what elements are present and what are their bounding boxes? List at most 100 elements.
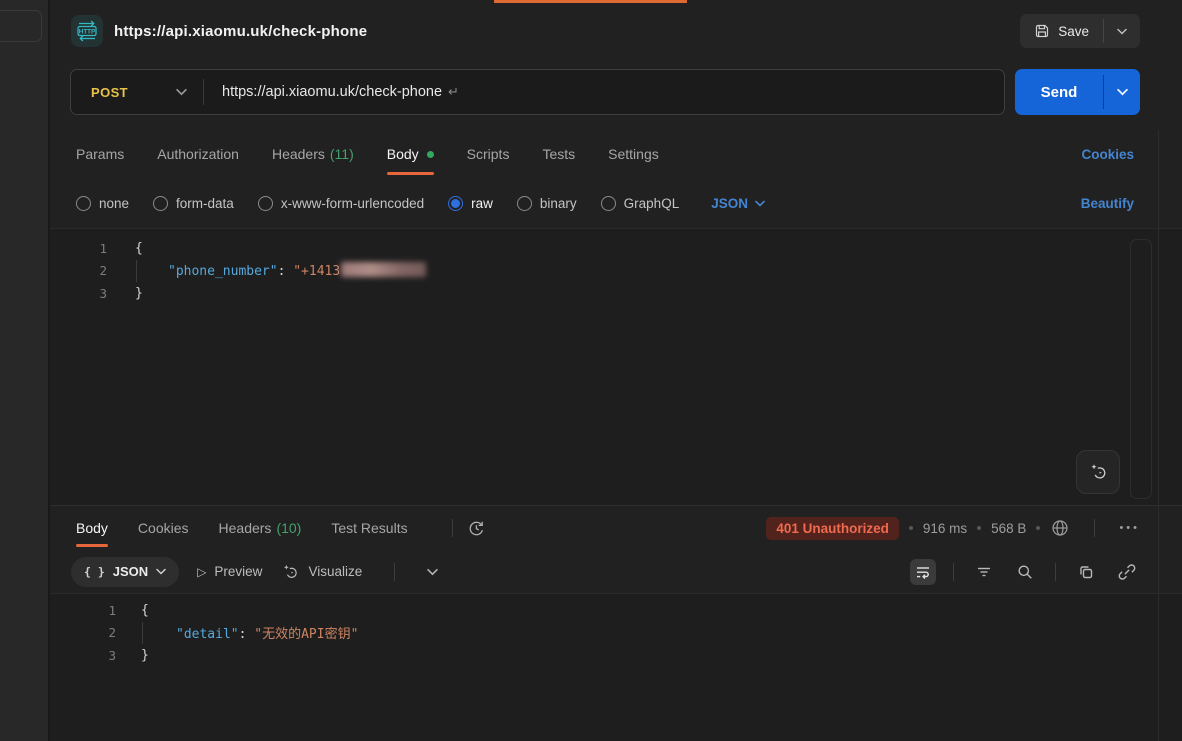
response-tab-headers[interactable]: Headers (10)	[219, 506, 302, 550]
response-history-button[interactable]	[467, 519, 486, 538]
divider	[452, 519, 453, 537]
method-select[interactable]: POST	[71, 85, 128, 100]
mode-binary-radio[interactable]: binary	[517, 196, 577, 211]
headers-count-badge: (11)	[330, 146, 354, 162]
radio-selected-icon	[448, 196, 463, 211]
search-icon	[1016, 563, 1034, 581]
radio-icon	[258, 196, 273, 211]
url-input[interactable]: https://api.xiaomu.uk/check-phone	[204, 84, 442, 100]
mode-urlencoded-radio[interactable]: x-www-form-urlencoded	[258, 196, 424, 211]
mode-none-radio[interactable]: none	[76, 196, 129, 211]
code-line: 2 "phone_number": "+1413	[50, 260, 1182, 283]
mode-graphql-radio[interactable]: GraphQL	[601, 196, 680, 211]
request-title: https://api.xiaomu.uk/check-phone	[114, 23, 367, 40]
view-options-chevron[interactable]	[427, 568, 438, 576]
beautify-link[interactable]: Beautify	[1081, 196, 1134, 211]
tab-tests[interactable]: Tests	[542, 130, 575, 178]
response-view-icons	[910, 559, 1140, 585]
send-options-button[interactable]	[1104, 69, 1140, 115]
separator-dot	[1036, 526, 1040, 530]
indent-guide	[136, 260, 137, 282]
separator-dot	[909, 526, 913, 530]
active-tab-accent-bar	[494, 0, 687, 3]
active-tab-underline	[387, 172, 434, 175]
save-button[interactable]: Save	[1020, 14, 1103, 48]
response-size[interactable]: 568 B	[991, 521, 1026, 536]
mode-form-data-radio[interactable]: form-data	[153, 196, 234, 211]
json-key: "phone_number"	[168, 264, 278, 279]
mode-raw-radio[interactable]: raw	[448, 196, 493, 211]
chevron-down-icon	[1117, 88, 1128, 96]
json-string-value: "+1413	[293, 264, 340, 279]
tab-settings[interactable]: Settings	[608, 130, 659, 178]
radio-icon	[153, 196, 168, 211]
main-panel: HTTP https://api.xiaomu.uk/check-phone	[50, 0, 1182, 741]
divider	[394, 563, 395, 581]
filter-button[interactable]	[971, 559, 997, 585]
svg-text:HTTP: HTTP	[79, 29, 95, 36]
postbot-sparkle-icon	[1087, 461, 1109, 483]
tab-params[interactable]: Params	[76, 130, 124, 178]
code-line: 3 }	[50, 644, 1182, 667]
language-select[interactable]: JSON	[711, 196, 765, 211]
cookies-link[interactable]: Cookies	[1081, 147, 1134, 162]
line-number: 3	[50, 648, 116, 663]
line-number: 2	[50, 263, 107, 278]
code-line: 1 {	[50, 237, 1182, 260]
link-button[interactable]	[1114, 559, 1140, 585]
search-button[interactable]	[1012, 559, 1038, 585]
separator-dot	[977, 526, 981, 530]
request-header: HTTP https://api.xiaomu.uk/check-phone	[50, 0, 1182, 62]
url-input-container: POST https://api.xiaomu.uk/check-phone ↵	[70, 69, 1005, 115]
status-badge[interactable]: 401 Unauthorized	[766, 517, 899, 540]
response-tab-cookies[interactable]: Cookies	[138, 506, 189, 550]
code-line: 1 {	[50, 599, 1182, 622]
editor-scrollbar-track[interactable]	[1130, 239, 1152, 499]
tab-authorization[interactable]: Authorization	[157, 130, 239, 178]
request-tabs: Params Authorization Headers (11) Body S…	[50, 130, 1182, 178]
wrap-text-button[interactable]	[910, 559, 936, 585]
chevron-down-icon	[156, 568, 166, 575]
method-chevron-down-icon[interactable]	[176, 88, 187, 96]
history-clock-icon	[467, 519, 486, 538]
chevron-down-icon	[755, 200, 765, 207]
response-body-editor[interactable]: 1 { 2 "detail": "无效的API密钥" 3 }	[50, 593, 1182, 741]
response-tab-test-results[interactable]: Test Results	[331, 506, 407, 550]
radio-icon	[601, 196, 616, 211]
tab-scripts[interactable]: Scripts	[467, 130, 510, 178]
response-format-select[interactable]: { } JSON	[71, 557, 179, 587]
response-time[interactable]: 916 ms	[923, 521, 967, 536]
request-body-editor[interactable]: 1 { 2 "phone_number": "+1413 3 }	[50, 228, 1182, 505]
response-more-menu[interactable]: •••	[1119, 522, 1140, 534]
link-icon	[1118, 563, 1136, 581]
visualize-button[interactable]: Visualize	[280, 562, 362, 582]
braces-icon: { }	[84, 565, 105, 579]
response-tab-body[interactable]: Body	[76, 506, 108, 550]
divider	[1055, 563, 1056, 581]
postbot-button[interactable]	[1076, 450, 1120, 494]
send-button[interactable]: Send	[1015, 69, 1103, 115]
response-status-cluster: 401 Unauthorized 916 ms 568 B	[766, 517, 1140, 540]
save-options-button[interactable]	[1104, 14, 1140, 48]
globe-icon	[1050, 518, 1070, 538]
line-number: 2	[50, 625, 116, 640]
filter-icon	[975, 563, 993, 581]
response-toolbar: { } JSON ▷ Preview Visualize	[50, 550, 1182, 593]
network-info-button[interactable]	[1050, 518, 1070, 538]
body-mode-row: none form-data x-www-form-urlencoded raw…	[50, 178, 1182, 228]
json-key: "detail"	[176, 627, 239, 642]
line-number: 3	[50, 286, 107, 301]
preview-button[interactable]: ▷ Preview	[197, 564, 262, 579]
tab-headers[interactable]: Headers (11)	[272, 130, 354, 178]
copy-icon	[1077, 563, 1095, 581]
sidebar-collapsed-item[interactable]	[0, 10, 42, 42]
copy-button[interactable]	[1073, 559, 1099, 585]
radio-icon	[517, 196, 532, 211]
app-window: HTTP https://api.xiaomu.uk/check-phone	[0, 0, 1182, 741]
tab-body[interactable]: Body	[387, 130, 434, 178]
line-number: 1	[50, 603, 116, 618]
request-url-row: POST https://api.xiaomu.uk/check-phone ↵…	[50, 62, 1182, 130]
json-string-value: "无效的API密钥"	[254, 627, 358, 642]
response-tabs: Body Cookies Headers (10) Test Results	[50, 505, 1182, 550]
save-button-label: Save	[1058, 24, 1089, 39]
